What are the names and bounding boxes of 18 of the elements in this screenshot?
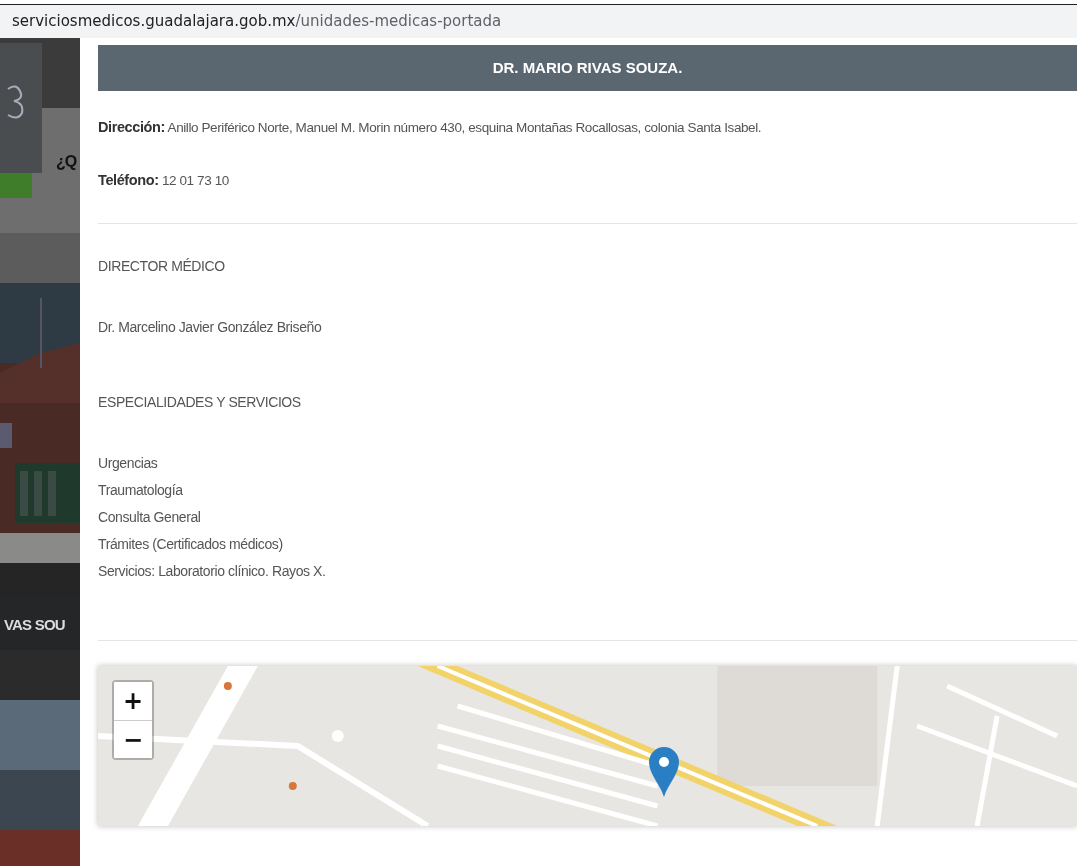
section-text: Consulta General: [98, 508, 202, 527]
banner-fragment: VAS SOU: [4, 615, 65, 633]
section-text: Traumatología: [98, 481, 184, 500]
section-heading: ESPECIALIDADES Y SERVICIOS: [98, 394, 302, 410]
section-text: Servicios: Laboratorio clínico. Rayos X.: [98, 562, 327, 581]
modal-title: DR. MARIO RIVAS SOUZA.: [98, 45, 1077, 91]
address-bar[interactable]: serviciosmedicos.guadalajara.gob.mx/unidades-medicas-portada: [0, 4, 1077, 38]
action-button[interactable]: [0, 173, 32, 198]
section-text: Dr. Marcelino Javier González Briseño: [98, 318, 323, 337]
heading-fragment: ¿Q: [56, 153, 77, 171]
zoom-in-button[interactable]: +: [114, 682, 152, 720]
section-text: Urgencias: [98, 454, 159, 473]
section-text: Trámites (Certificados médicos): [98, 535, 284, 554]
info-line: Dirección: Anillo Periférico Norte, Manuel M. Morin número 430, esquina Montañas Rocallosas, colonia Santa Isabel.: [98, 119, 763, 135]
info-line: Teléfono: 12 01 73 10: [98, 172, 230, 188]
map-pin-icon: [648, 746, 680, 798]
section-heading: DIRECTOR MÉDICO: [98, 258, 226, 274]
zoom-out-button[interactable]: −: [114, 720, 152, 758]
